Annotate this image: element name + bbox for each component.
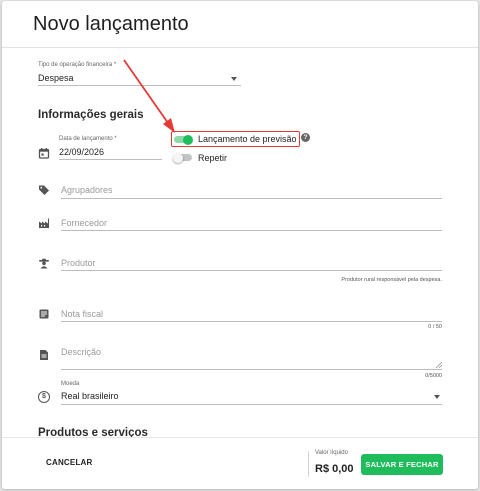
- new-entry-dialog: Novo lançamento Tipo de operação finance…: [2, 1, 478, 489]
- tag-icon: [38, 184, 50, 196]
- forecast-toggle-label: Lançamento de previsão: [198, 134, 297, 144]
- chevron-down-icon[interactable]: [231, 77, 237, 81]
- producer-hint: Produtor rural responsável pela despesa.: [341, 277, 442, 283]
- currency-label: Moeda: [61, 381, 80, 387]
- producer-input[interactable]: Produtor: [61, 258, 96, 268]
- net-value: R$ 0,00: [315, 463, 354, 475]
- launch-date-label: Data de lançamento *: [59, 136, 117, 142]
- save-and-close-button[interactable]: SALVAR E FECHAR: [361, 454, 443, 475]
- help-icon[interactable]: ?: [301, 133, 310, 142]
- repeat-toggle-knob: [173, 152, 183, 163]
- launch-date-input[interactable]: 22/09/2026: [59, 147, 104, 157]
- resize-handle-icon[interactable]: [436, 362, 442, 368]
- forecast-toggle-knob: [183, 134, 193, 145]
- currency-select[interactable]: Real brasileiro: [61, 391, 119, 401]
- calendar-icon[interactable]: [38, 147, 50, 159]
- description-textarea[interactable]: Descrição: [61, 347, 101, 357]
- farmer-icon: [38, 257, 50, 269]
- description-counter: 0/5000: [425, 373, 442, 379]
- header-divider: [2, 47, 478, 48]
- operation-type-label: Tipo de operação financeira *: [38, 62, 117, 68]
- invoice-underline: [61, 321, 442, 322]
- dialog-title: Novo lançamento: [33, 13, 189, 35]
- repeat-toggle-label: Repetir: [198, 153, 228, 163]
- cancel-button[interactable]: CANCELAR: [46, 458, 93, 467]
- footer-vertical-divider: [308, 451, 309, 477]
- description-underline: [61, 369, 442, 370]
- invoice-input[interactable]: Nota fiscal: [61, 309, 103, 319]
- repeat-toggle[interactable]: [173, 152, 192, 163]
- operation-type-select[interactable]: Despesa: [38, 73, 74, 83]
- supplier-input[interactable]: Fornecedor: [61, 218, 107, 228]
- supplier-underline: [61, 230, 442, 231]
- document-icon: [38, 349, 50, 361]
- chevron-down-icon[interactable]: [434, 395, 440, 399]
- receipt-icon: [38, 308, 50, 320]
- launch-date-underline: [59, 159, 162, 160]
- forecast-toggle[interactable]: [174, 134, 193, 145]
- producer-underline: [61, 270, 442, 271]
- currency-underline: [61, 404, 442, 405]
- invoice-counter: 0 / 50: [428, 324, 442, 330]
- groupers-input[interactable]: Agrupadores: [61, 185, 113, 195]
- net-value-label: Valor líquido: [315, 450, 348, 456]
- red-arrow-annotation: [123, 59, 175, 133]
- factory-icon: [38, 217, 50, 229]
- groupers-underline: [61, 198, 442, 199]
- currency-icon: $: [38, 391, 50, 403]
